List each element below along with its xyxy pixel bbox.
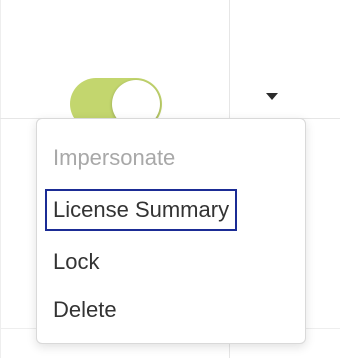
menu-item-lock[interactable]: Lock: [47, 243, 105, 281]
caret-down-icon: [266, 93, 278, 100]
menu-item-license-summary[interactable]: License Summary: [44, 189, 238, 231]
actions-dropdown-button[interactable]: [254, 78, 290, 114]
actions-menu: Impersonate License Summary Lock Delete: [36, 118, 306, 344]
table-left-border: [0, 0, 1, 358]
menu-item-impersonate: Impersonate: [53, 145, 176, 170]
menu-item-delete[interactable]: Delete: [47, 291, 123, 329]
